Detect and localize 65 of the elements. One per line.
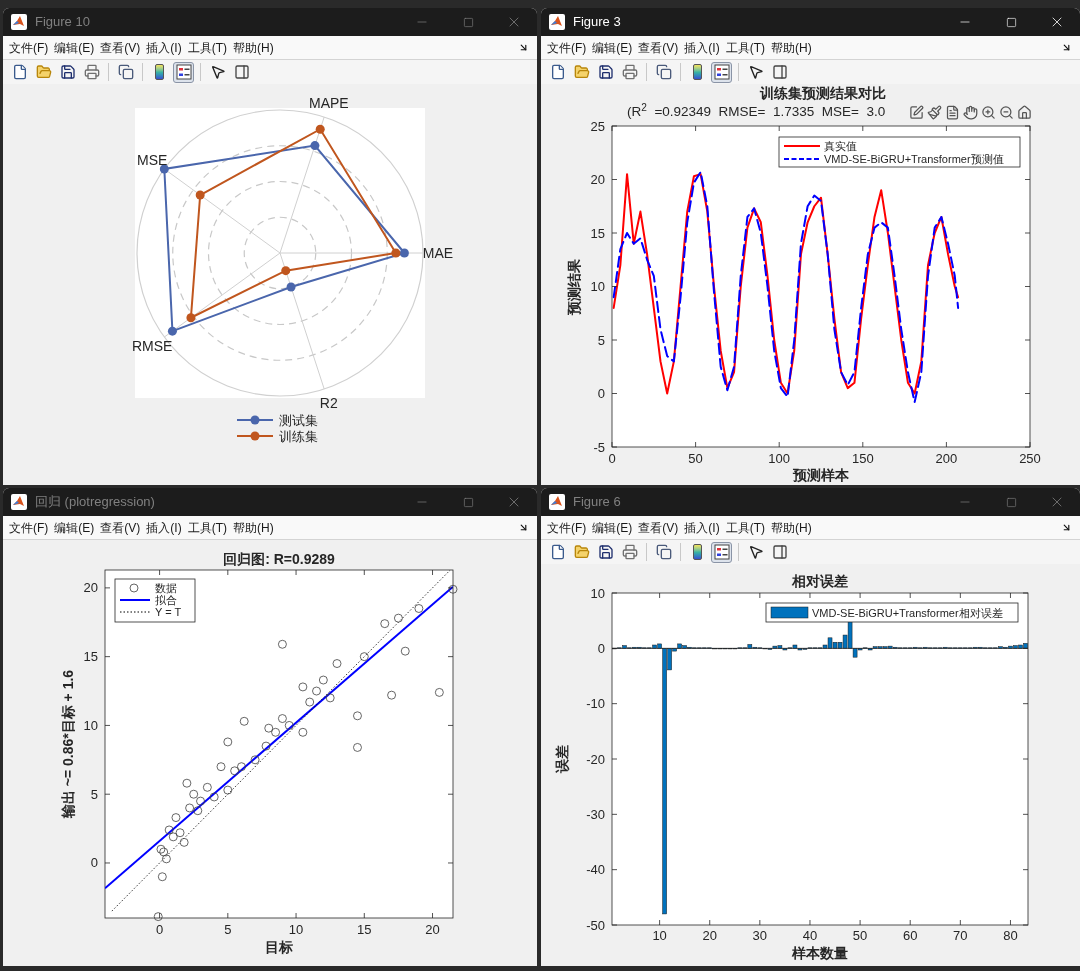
tick-label: 20 (425, 922, 440, 937)
tick-label: 25 (590, 122, 605, 134)
tick-label: -40 (586, 862, 605, 878)
tick-label: -30 (586, 806, 605, 822)
window-title: Figure 10 (35, 13, 90, 32)
tick-label: 15 (83, 649, 98, 665)
x-axis-label: 样本数量 (792, 945, 848, 961)
tick-label: 5 (224, 922, 232, 937)
chart-title: 训练集预测结果对比 (758, 84, 887, 102)
tick-label: 5 (90, 786, 98, 802)
legend-label: VMD-SE-BiGRU+Transformer预测值 (824, 153, 1004, 165)
axis-label: RMSE (131, 337, 173, 354)
tick-label: 5 (597, 332, 605, 348)
tick-label: 200 (935, 451, 958, 466)
tick-label: 70 (953, 928, 968, 943)
tick-label: 10 (590, 279, 605, 294)
tick-label: 0 (597, 640, 605, 656)
tick-label: 20 (590, 172, 605, 187)
tick-label: 30 (752, 928, 768, 943)
tick-label: 20 (702, 928, 717, 943)
tick-label: 0 (597, 386, 605, 401)
tick-label: 10 (590, 585, 605, 601)
chart-title: 相对误差 (792, 573, 848, 589)
legend-label: Y = T (155, 606, 182, 618)
tick-label: -10 (586, 696, 605, 712)
tick-label: 0 (608, 451, 616, 466)
window-title: 回归 (plotregression) (35, 493, 155, 512)
legend-label: 拟合 (155, 594, 177, 606)
tick-label: 15 (590, 225, 605, 241)
axis-label: MAPE (309, 94, 349, 111)
legend-label: 真实值 (824, 140, 857, 152)
tick-label: 50 (852, 928, 868, 943)
tick-label: 20 (83, 580, 98, 596)
y-axis-label: 输出 ~= 0.86*目标 + 1.6 (60, 669, 76, 819)
tick-label: 10 (288, 922, 304, 937)
tick-label: 80 (1003, 928, 1018, 943)
y-axis-label: 误差 (554, 745, 570, 773)
chart-title: 回归图: R=0.9289 (223, 551, 335, 567)
tick-label: -50 (586, 917, 605, 933)
window-title: Figure 6 (573, 493, 621, 512)
tick-label: 100 (768, 451, 791, 466)
axis-label: MAE (422, 245, 454, 261)
x-axis-label: 预测样本 (793, 467, 849, 483)
legend-label: 训练集 (279, 429, 318, 444)
axis-label: R2 (319, 395, 338, 412)
tick-label: 10 (83, 717, 98, 733)
y-axis-label: 预测结果 (566, 258, 582, 315)
legend-label: 数据 (155, 582, 177, 594)
legend-label: 测试集 (279, 413, 318, 428)
legend-label: VMD-SE-BiGRU+Transformer相对误差 (812, 606, 1003, 619)
window-title: Figure 3 (573, 13, 621, 32)
tick-label: 0 (90, 855, 98, 871)
tick-label: 0 (155, 922, 164, 937)
tick-label: -20 (586, 751, 605, 767)
chart-subtitle: (R$^{2}$ =0.92349 RMSE= 1.7335 MSE= 3.0 (627, 101, 886, 121)
x-axis-label: 目标 (265, 939, 293, 955)
tick-label: 60 (903, 928, 918, 943)
tick-label: 40 (802, 928, 818, 943)
axis-label: MSE (137, 152, 168, 169)
tick-label: -5 (593, 439, 605, 455)
tick-label: 15 (357, 922, 372, 937)
tick-label: 150 (851, 451, 874, 466)
tick-label: 10 (652, 928, 667, 943)
tick-label: 250 (1019, 451, 1041, 466)
tick-label: 50 (688, 451, 703, 466)
